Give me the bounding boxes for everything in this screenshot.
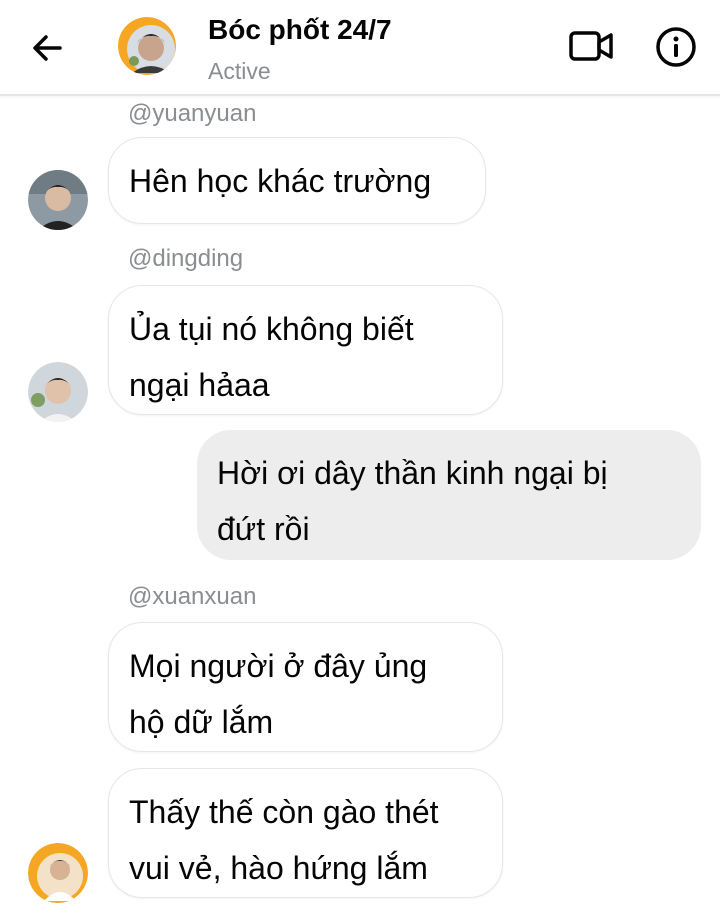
message-text: hộ dữ lắm (129, 704, 274, 740)
avatar[interactable] (28, 170, 88, 230)
chat-title: Bóc phốt 24/7 (208, 14, 392, 45)
message-bubble[interactable]: Thấy thế còn gào thét vui vẻ, hào hứng l… (108, 768, 503, 898)
chat-header: Bóc phốt 24/7 Active (0, 0, 720, 96)
message-bubble-outgoing[interactable]: Hời ơi dây thần kinh ngại bị đứt rồi (197, 430, 701, 560)
avatar[interactable] (28, 362, 88, 422)
avatar[interactable] (28, 843, 88, 903)
message-text: Mọi người ở đây ủng (129, 648, 428, 684)
chat-screen: Bóc phốt 24/7 Active @yuanyuan Hên học k… (0, 0, 720, 911)
message-text: Thấy thế còn gào thét (129, 794, 439, 830)
active-status: Active (208, 58, 271, 84)
message-text: Ủa tụi nó không biết (129, 311, 414, 347)
arrow-left-icon (33, 35, 62, 61)
info-button[interactable] (654, 25, 698, 69)
message-bubble[interactable]: Ủa tụi nó không biết ngại hảaa (108, 285, 503, 415)
group-avatar[interactable] (118, 17, 176, 75)
info-icon (656, 27, 696, 67)
back-button[interactable] (26, 26, 70, 70)
sender-name: @yuanyuan (128, 100, 257, 127)
message-bubble[interactable]: Hên học khác trường (108, 137, 486, 224)
message-text: ngại hảaa (129, 367, 270, 403)
message-text: Hời ơi dây thần kinh ngại bị (217, 455, 608, 491)
video-camera-icon (569, 31, 613, 61)
sender-name: @xuanxuan (128, 583, 257, 610)
message-text: đứt rồi (217, 511, 310, 547)
message-text: Hên học khác trường (129, 163, 432, 199)
message-text: vui vẻ, hào hứng lắm (129, 850, 428, 886)
message-bubble[interactable]: Mọi người ở đây ủng hộ dữ lắm (108, 622, 503, 752)
video-call-button[interactable] (568, 26, 616, 66)
sender-name: @dingding (128, 245, 244, 272)
